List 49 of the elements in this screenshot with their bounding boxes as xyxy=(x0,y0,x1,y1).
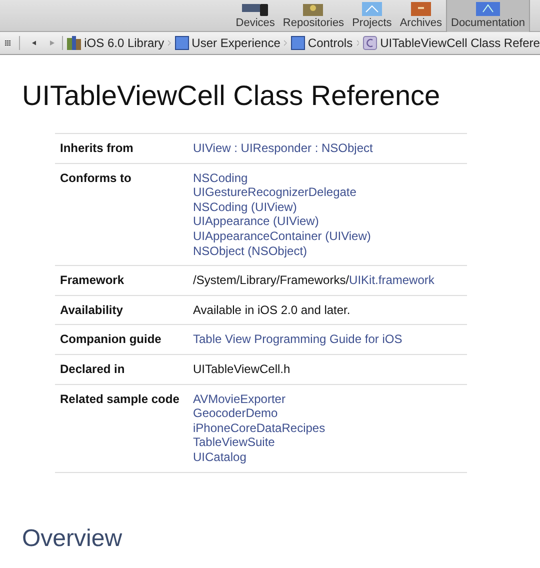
chevron-icon xyxy=(284,38,287,48)
book-icon xyxy=(174,36,189,50)
row-label: Related sample code xyxy=(59,392,180,406)
chevron-icon xyxy=(356,38,360,48)
link[interactable]: UIAppearanceContainer (UIView) xyxy=(193,228,371,244)
link[interactable]: UIKit.framework xyxy=(349,273,434,288)
link[interactable]: GeocoderDemo xyxy=(193,406,278,421)
monitor-icon xyxy=(240,4,270,16)
box-icon xyxy=(410,2,432,16)
breadcrumb-item[interactable]: UITableViewCell Class Refere xyxy=(363,34,540,52)
class-icon xyxy=(363,36,378,50)
breadcrumb-item[interactable]: iOS 6.0 Library xyxy=(67,34,164,52)
book-icon xyxy=(475,2,501,16)
link[interactable]: NSCoding xyxy=(193,170,248,186)
toolbar-tab[interactable]: Projects xyxy=(348,0,396,32)
link[interactable]: UIView : UIResponder : NSObject xyxy=(193,141,373,156)
blueprint-icon xyxy=(360,2,383,16)
link[interactable]: NSObject (NSObject) xyxy=(193,244,308,258)
toolbar-tab[interactable]: Archives xyxy=(396,0,446,32)
link[interactable]: Table View Programming Guide for iOS xyxy=(193,332,402,347)
row-label: Availability xyxy=(59,302,124,318)
grid-icon[interactable] xyxy=(5,38,12,48)
page-title: UITableViewCell Class Reference xyxy=(22,79,442,113)
link[interactable]: UICatalog xyxy=(193,450,246,464)
books-icon xyxy=(67,36,82,50)
row-label: Framework xyxy=(59,273,126,288)
value-text: UITableViewCell.h xyxy=(193,362,290,377)
toolbar-tab[interactable]: Devices xyxy=(232,0,279,32)
link[interactable]: NSCoding (UIView) xyxy=(193,200,297,214)
row-label: Inherits from xyxy=(59,141,134,156)
section-heading: Overview xyxy=(22,524,124,554)
crate-icon xyxy=(302,4,324,16)
value-text: /System/Library/Frameworks/UIKit.framework xyxy=(193,273,434,288)
link[interactable]: AVMovieExporter xyxy=(193,392,286,406)
back-icon[interactable] xyxy=(32,38,36,48)
row-label: Conforms to xyxy=(59,170,132,186)
value-text: Available in iOS 2.0 and later. xyxy=(193,302,350,318)
book-icon xyxy=(290,36,305,50)
breadcrumb-item[interactable]: User Experience xyxy=(174,34,280,52)
link[interactable]: UIAppearance (UIView) xyxy=(193,214,319,229)
link[interactable]: UIGestureRecognizerDelegate xyxy=(193,185,356,200)
row-label: Declared in xyxy=(59,362,126,377)
breadcrumb-item[interactable]: Controls xyxy=(290,34,353,52)
chevron-icon xyxy=(168,38,171,48)
toolbar-tab[interactable]: Repositories xyxy=(278,0,348,32)
link[interactable]: TableViewSuite xyxy=(193,435,275,450)
toolbar-tab[interactable]: Documentation xyxy=(446,0,530,32)
row-label: Companion guide xyxy=(59,332,162,347)
link[interactable]: iPhoneCoreDataRecipes xyxy=(193,420,326,436)
